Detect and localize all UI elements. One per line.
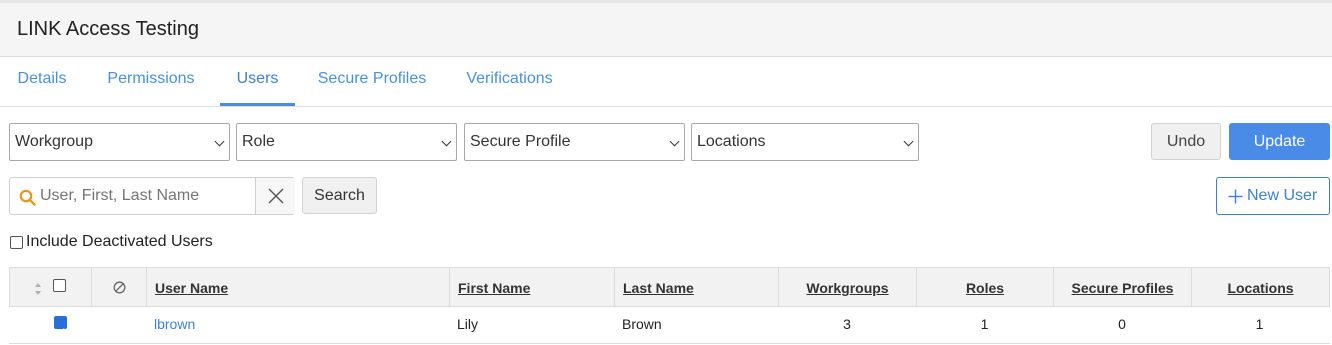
locations-select[interactable]: Locations (691, 123, 919, 161)
select-column-header (10, 268, 92, 306)
workgroups-count-cell: 3 (843, 316, 851, 332)
include-deactivated-label[interactable]: Include Deactivated Users (26, 233, 213, 251)
page-title: LINK Access Testing (17, 18, 199, 40)
include-deactivated-checkbox[interactable] (10, 236, 23, 249)
deactivated-column-header (92, 268, 147, 306)
user-search-field[interactable]: User, First, Last Name (9, 177, 295, 215)
new-user-button[interactable]: New User (1216, 177, 1330, 215)
clear-search-button[interactable] (255, 178, 295, 214)
column-header-first-name[interactable]: First Name (450, 268, 615, 306)
sort-icon[interactable] (34, 282, 42, 296)
tab-verifications[interactable]: Verifications (463, 57, 556, 106)
search-input[interactable]: User, First, Last Name (40, 178, 199, 214)
column-header-roles[interactable]: Roles (917, 268, 1054, 306)
checkmark-icon (56, 328, 65, 336)
search-icon (19, 189, 36, 206)
tab-details[interactable]: Details (17, 57, 67, 106)
locations-count-cell: 1 (1255, 316, 1264, 332)
search-button[interactable]: Search (302, 177, 377, 214)
secure-profile-select[interactable]: Secure Profile (464, 123, 685, 161)
chevron-down-icon (214, 136, 225, 147)
plus-icon (1228, 189, 1243, 204)
tab-permissions[interactable]: Permissions (103, 57, 199, 106)
column-header-workgroups[interactable]: Workgroups (779, 268, 917, 306)
roles-count-cell: 1 (980, 316, 989, 332)
ban-icon (113, 281, 126, 294)
table-row[interactable]: lbrown Lily Brown 3 1 0 1 (9, 307, 1330, 344)
column-header-last-name[interactable]: Last Name (615, 268, 779, 306)
chevron-down-icon (669, 136, 680, 147)
column-header-user-name[interactable]: User Name (147, 268, 450, 306)
tab-bar: Details Permissions Users Secure Profile… (0, 57, 1332, 107)
new-user-label: New User (1247, 187, 1318, 204)
workgroup-select-value: Workgroup (15, 133, 93, 150)
close-icon (268, 188, 284, 204)
workgroup-select[interactable]: Workgroup (9, 123, 230, 161)
table-header: User Name First Name Last Name Workgroup… (9, 267, 1330, 307)
tab-users[interactable]: Users (220, 57, 295, 106)
update-button[interactable]: Update (1229, 123, 1330, 160)
last-name-cell: Brown (622, 316, 662, 332)
chevron-down-icon (903, 136, 914, 147)
column-header-locations[interactable]: Locations (1192, 268, 1329, 306)
tab-secure-profiles[interactable]: Secure Profiles (316, 57, 428, 106)
row-select-cell (9, 307, 91, 343)
row-checkbox[interactable] (54, 316, 67, 336)
locations-select-value: Locations (697, 133, 766, 150)
page-header: LINK Access Testing (0, 3, 1332, 57)
chevron-down-icon (441, 136, 452, 147)
role-select[interactable]: Role (236, 123, 457, 161)
role-select-value: Role (242, 133, 275, 150)
first-name-cell: Lily (457, 316, 479, 332)
column-header-secure-profiles[interactable]: Secure Profiles (1054, 268, 1192, 306)
undo-button[interactable]: Undo (1151, 123, 1221, 160)
user-name-link[interactable]: lbrown (146, 307, 449, 343)
secure-profiles-count-cell: 0 (1118, 316, 1126, 332)
select-all-checkbox[interactable] (53, 279, 66, 292)
secure-profile-select-value: Secure Profile (470, 133, 571, 150)
